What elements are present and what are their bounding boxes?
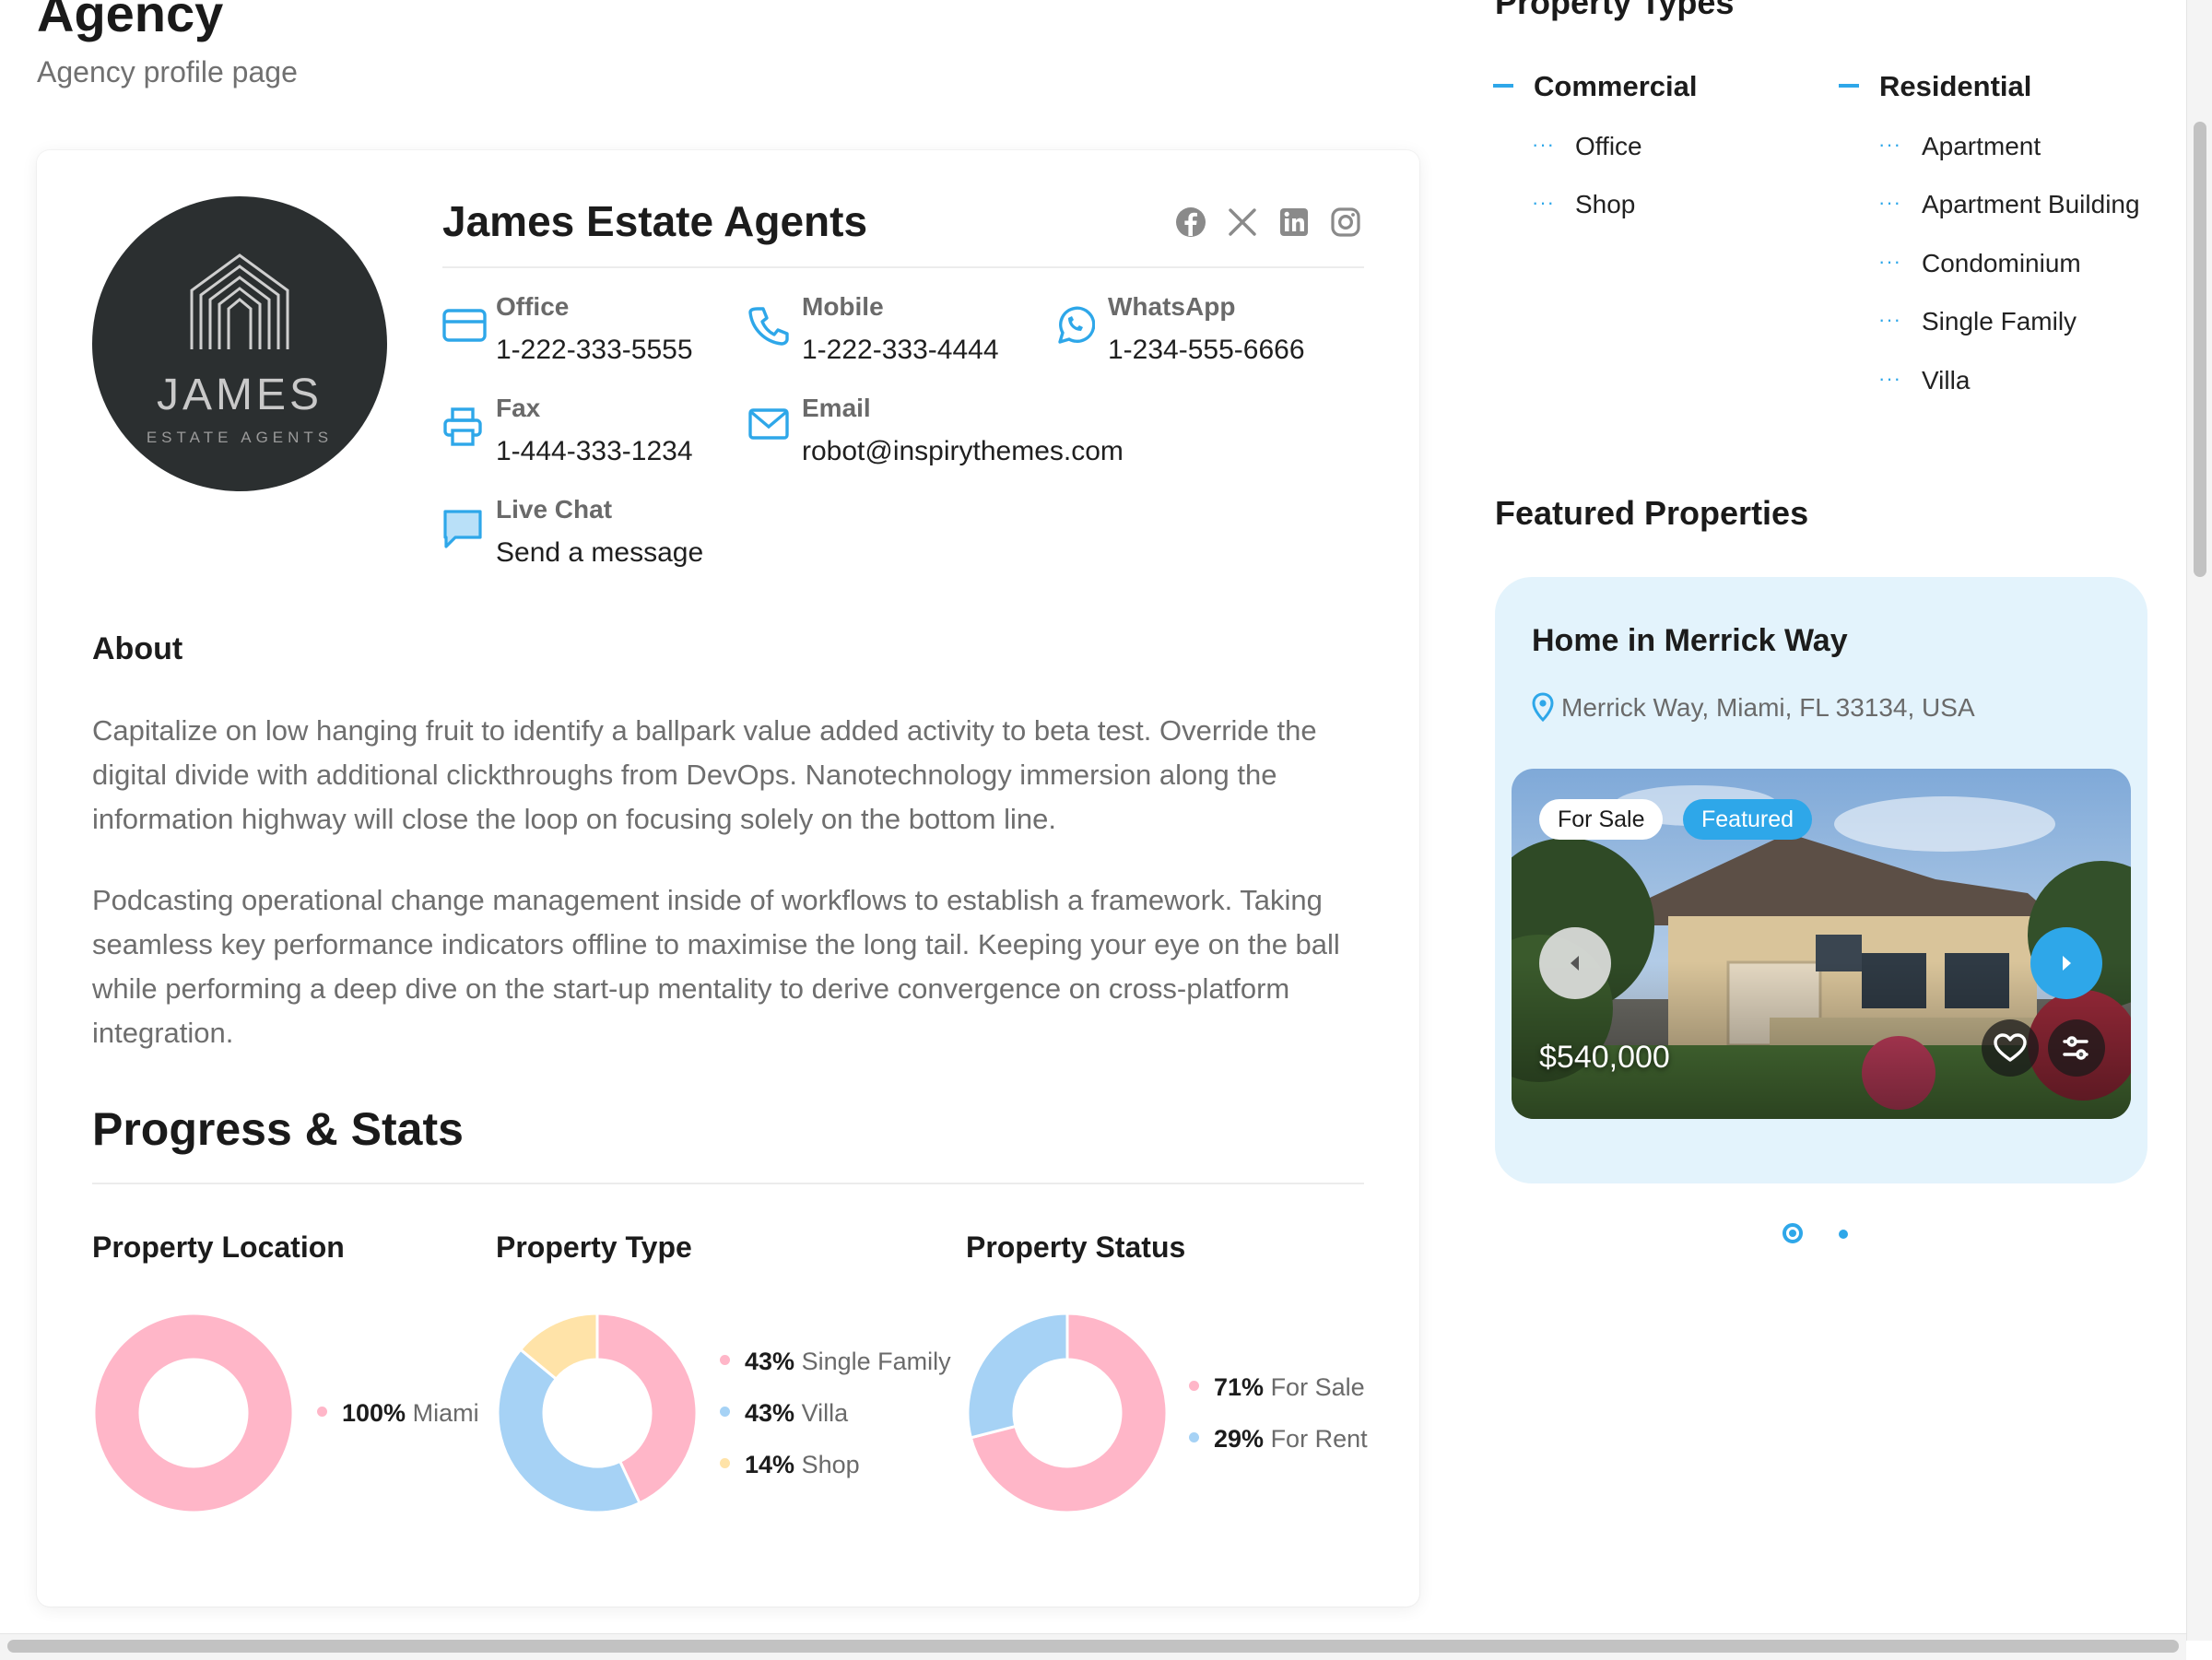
card-icon [442, 309, 487, 342]
horizontal-scrollbar-thumb[interactable] [7, 1640, 2179, 1653]
caret-right-icon [2063, 956, 2071, 971]
legend-dot [1189, 1432, 1199, 1443]
contact-mobile-value[interactable]: 1-222-333-4444 [802, 335, 999, 366]
compare-button[interactable] [2048, 1019, 2105, 1077]
legend-dot [720, 1458, 730, 1469]
contact-email-value[interactable]: robot@inspirythemes.com [802, 436, 1124, 467]
chat-icon [443, 510, 482, 548]
stats-title: Progress & Stats [92, 1103, 464, 1155]
contact-fax-value[interactable]: 1-444-333-1234 [496, 436, 693, 467]
ellipsis-icon: ··· [1532, 191, 1555, 214]
ellipsis-icon: ··· [1878, 250, 1901, 273]
legend-item-for-sale: 71% For Sale [1189, 1373, 1365, 1402]
instagram-icon[interactable] [1329, 206, 1362, 239]
donut-slice-for-rent [966, 1312, 1069, 1440]
ellipsis-icon: ··· [1532, 133, 1555, 156]
minus-icon [1493, 83, 1513, 88]
printer-icon [443, 407, 482, 446]
legend-item-miami: 100% Miami [317, 1399, 479, 1428]
ellipsis-icon: ··· [1878, 133, 1901, 156]
featured-property-price: $540,000 [1539, 1040, 1670, 1075]
agency-card: JAMES ESTATE AGENTS James Estate Agents … [37, 150, 1419, 1607]
featured-properties-title: Featured Properties [1495, 494, 1809, 532]
contact-chat-label: Live Chat [496, 495, 613, 524]
legend-dot [317, 1407, 327, 1418]
legend-item-shop: 14% Shop [720, 1451, 860, 1479]
legend-item-villa: 43% Villa [720, 1399, 848, 1428]
compare-icon [2063, 1036, 2088, 1060]
phone-icon [748, 307, 789, 346]
logo-tagline: ESTATE AGENTS [146, 429, 334, 446]
horizontal-scrollbar[interactable] [0, 1633, 2186, 1660]
category-item-apartment-building[interactable]: ··· Apartment Building [1878, 190, 2140, 219]
about-paragraph: Podcasting operational change management… [92, 884, 1340, 1049]
contact-mobile-label: Mobile [802, 292, 884, 321]
featured-property-name[interactable]: Home in Merrick Way [1532, 623, 1848, 659]
favorite-button[interactable] [1982, 1019, 2039, 1077]
facebook-icon[interactable] [1174, 206, 1207, 239]
ellipsis-icon: ··· [1878, 191, 1901, 214]
about-paragraph: Capitalize on low hanging fruit to ident… [92, 714, 1317, 835]
chart-title-status: Property Status [966, 1230, 1186, 1264]
carousel-pager-dot-active-center [1789, 1230, 1796, 1237]
contact-whatsapp-label: WhatsApp [1108, 292, 1236, 321]
agency-name: James Estate Agents [442, 197, 868, 245]
contact-email-label: Email [802, 394, 871, 422]
page-subtitle: Agency profile page [37, 55, 298, 88]
badge-featured: Featured [1683, 799, 1813, 840]
category-item-office[interactable]: ··· Office [1532, 132, 1642, 161]
ellipsis-icon: ··· [1878, 367, 1901, 390]
carousel-prev-button[interactable] [1539, 927, 1611, 999]
category-commercial[interactable]: Commercial [1493, 70, 1697, 103]
status-donut-chart [966, 1312, 1169, 1514]
legend-dot [1189, 1381, 1199, 1392]
about-title: About [92, 631, 183, 666]
property-types-title: Property Types [1495, 0, 1735, 21]
x-icon[interactable] [1226, 206, 1259, 239]
category-item-villa[interactable]: ··· Villa [1878, 366, 1970, 395]
category-item-shop[interactable]: ··· Shop [1532, 190, 1635, 219]
caret-left-icon [1571, 956, 1579, 971]
legend-item-for-rent: 29% For Rent [1189, 1425, 1368, 1454]
contact-whatsapp-value[interactable]: 1-234-555-6666 [1108, 335, 1305, 366]
badge-for-sale: For Sale [1539, 799, 1664, 840]
featured-property-card[interactable]: Home in Merrick Way Merrick Way, Miami, … [1495, 577, 2147, 1183]
location-donut-chart [92, 1312, 295, 1514]
agency-logo: JAMES ESTATE AGENTS [92, 196, 387, 491]
contact-office-value[interactable]: 1-222-333-5555 [496, 335, 693, 366]
logo-wordmark: JAMES [156, 371, 324, 419]
chart-title-type: Property Type [496, 1230, 692, 1264]
contact-chat-value[interactable]: Send a message [496, 537, 703, 569]
linkedin-icon[interactable] [1277, 206, 1311, 239]
carousel-next-button[interactable] [2030, 927, 2102, 999]
contact-fax-label: Fax [496, 394, 541, 422]
header-divider [442, 266, 1364, 268]
stats-divider [92, 1183, 1364, 1184]
contact-office-label: Office [496, 292, 570, 321]
category-residential[interactable]: Residential [1839, 70, 2031, 103]
page-title: Agency [37, 0, 224, 42]
legend-item-single-family: 43% Single Family [720, 1348, 951, 1376]
featured-property-photo[interactable]: For Sale Featured $540,000 [1512, 769, 2131, 1119]
house-logo-mark [190, 253, 289, 349]
vertical-scrollbar-thumb[interactable] [2194, 122, 2206, 577]
vertical-scrollbar[interactable] [2186, 0, 2212, 1641]
chart-title-location: Property Location [92, 1230, 345, 1264]
legend-dot [720, 1355, 730, 1366]
ellipsis-icon: ··· [1878, 308, 1901, 331]
carousel-pager-dot[interactable] [1839, 1230, 1848, 1239]
mail-icon [748, 408, 789, 440]
type-donut-chart [496, 1312, 699, 1514]
map-pin-icon [1532, 692, 1554, 722]
category-item-condominium[interactable]: ··· Condominium [1878, 249, 2081, 278]
donut-slice-miami [92, 1312, 295, 1514]
heart-icon [1994, 1033, 2027, 1062]
minus-icon [1839, 83, 1859, 88]
featured-property-address: Merrick Way, Miami, FL 33134, USA [1532, 692, 1975, 724]
category-item-apartment[interactable]: ··· Apartment [1878, 132, 2041, 161]
legend-dot [720, 1407, 730, 1418]
whatsapp-icon [1058, 306, 1095, 344]
category-item-single-family[interactable]: ··· Single Family [1878, 307, 2077, 336]
donut-slice-villa [496, 1348, 641, 1514]
